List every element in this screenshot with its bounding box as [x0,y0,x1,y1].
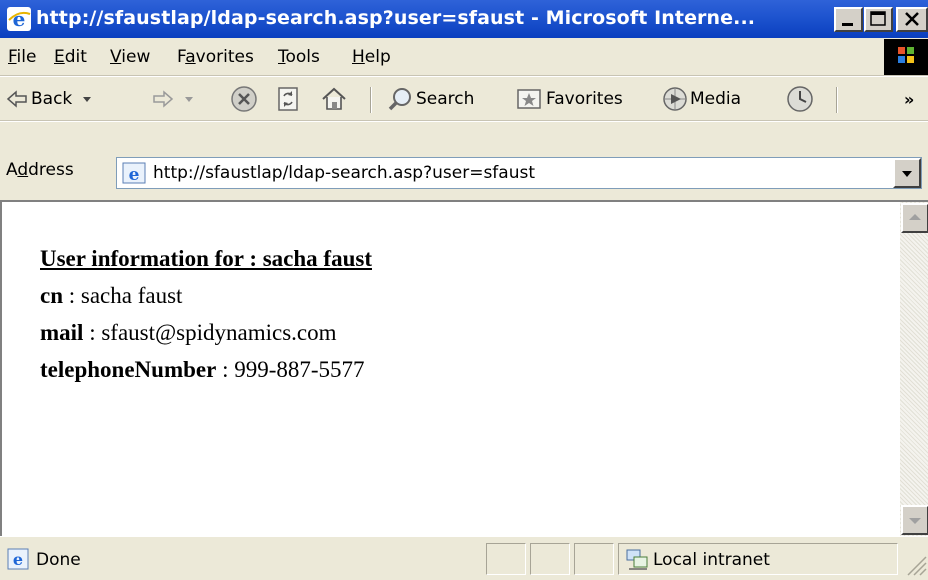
media-label: Media [690,89,742,109]
menu-view[interactable]: View [110,47,150,67]
search-magnifier-icon [388,86,414,112]
windows-flag-icon [884,39,928,75]
title-bar[interactable]: e http://sfaustlap/ldap-search.asp?user=… [0,0,928,38]
menu-help[interactable]: Help [352,47,391,67]
scroll-up-button[interactable] [901,203,928,233]
vertical-scrollbar[interactable] [900,202,928,536]
overflow-chevron: » [904,89,915,109]
ie-logo-icon: e [6,6,32,32]
svg-text:e: e [13,7,26,31]
local-intranet-icon [625,547,649,571]
maximize-button[interactable] [864,7,893,32]
refresh-button[interactable] [276,77,300,121]
home-button[interactable] [320,77,348,121]
back-button[interactable]: Back [6,77,92,121]
address-url: http://sfaustlap/ldap-search.asp?user=sf… [153,163,535,183]
svg-text:e: e [129,165,140,185]
back-label: Back [31,89,73,109]
search-button[interactable]: Search [388,77,474,121]
menu-file[interactable]: File [8,47,36,67]
address-label: Address [6,160,74,180]
address-input[interactable]: e http://sfaustlap/ldap-search.asp?user=… [116,157,922,189]
user-info: User information for : sacha faust cn : … [40,240,372,388]
field-row-mail: mail : sfaust@spidynamics.com [40,320,337,345]
status-bar: e Done Local intranet [0,536,928,580]
field-row-telephone: telephoneNumber : 999-887-5577 [40,357,365,382]
status-pane [486,543,526,575]
stop-icon [230,85,258,113]
menu-favorites[interactable]: Favorites [177,47,254,67]
security-zone-pane[interactable]: Local intranet [618,543,898,575]
minimize-button[interactable] [834,7,863,32]
field-row-cn: cn : sacha faust [40,283,183,308]
field-value: sacha faust [80,283,183,308]
forward-dropdown-icon[interactable] [184,95,194,103]
field-name: telephoneNumber [40,357,217,382]
favorites-button[interactable]: Favorites [516,77,623,121]
status-pane [530,543,570,575]
history-button[interactable] [786,77,814,121]
zone-label: Local intranet [653,550,770,570]
forward-button[interactable] [152,77,194,121]
menu-bar: File Edit View Favorites Tools Help [0,38,928,76]
resize-grip-icon[interactable] [902,551,928,577]
page-content: User information for : sacha faust cn : … [0,200,928,536]
field-name: cn [40,283,63,308]
back-arrow-icon [6,90,28,108]
media-icon [662,86,688,112]
menu-edit[interactable]: Edit [54,47,87,67]
page-heading: User information for : sacha faust [40,246,372,271]
favorites-star-icon [516,87,542,111]
back-dropdown-icon[interactable] [82,95,92,103]
toolbar-overflow-button[interactable]: » [904,77,914,121]
page-done-icon: e [6,547,30,571]
field-value: 999-887-5577 [234,357,365,382]
scroll-down-button[interactable] [901,505,928,535]
close-button[interactable] [896,7,928,32]
media-button[interactable]: Media [662,77,741,121]
status-pane [574,543,614,575]
toolbar-separator [370,87,372,113]
window-title: http://sfaustlap/ldap-search.asp?user=sf… [36,7,756,29]
home-icon [320,86,348,112]
favorites-label: Favorites [546,89,623,109]
search-label: Search [416,89,475,109]
address-dropdown-button[interactable] [893,158,921,188]
status-text: Done [36,550,81,570]
stop-button[interactable] [230,77,258,121]
page-icon: e [121,160,147,186]
menu-tools[interactable]: Tools [278,47,320,67]
toolbar-separator [836,87,838,113]
history-icon [786,85,814,113]
forward-arrow-icon [152,90,174,108]
field-value: sfaust@spidynamics.com [101,320,337,345]
address-bar: Address e http://sfaustlap/ldap-search.a… [0,122,928,200]
standard-toolbar: Back Search Favorites Media » [0,77,928,121]
field-name: mail [40,320,84,345]
refresh-icon [276,86,300,112]
svg-text:e: e [13,550,23,569]
